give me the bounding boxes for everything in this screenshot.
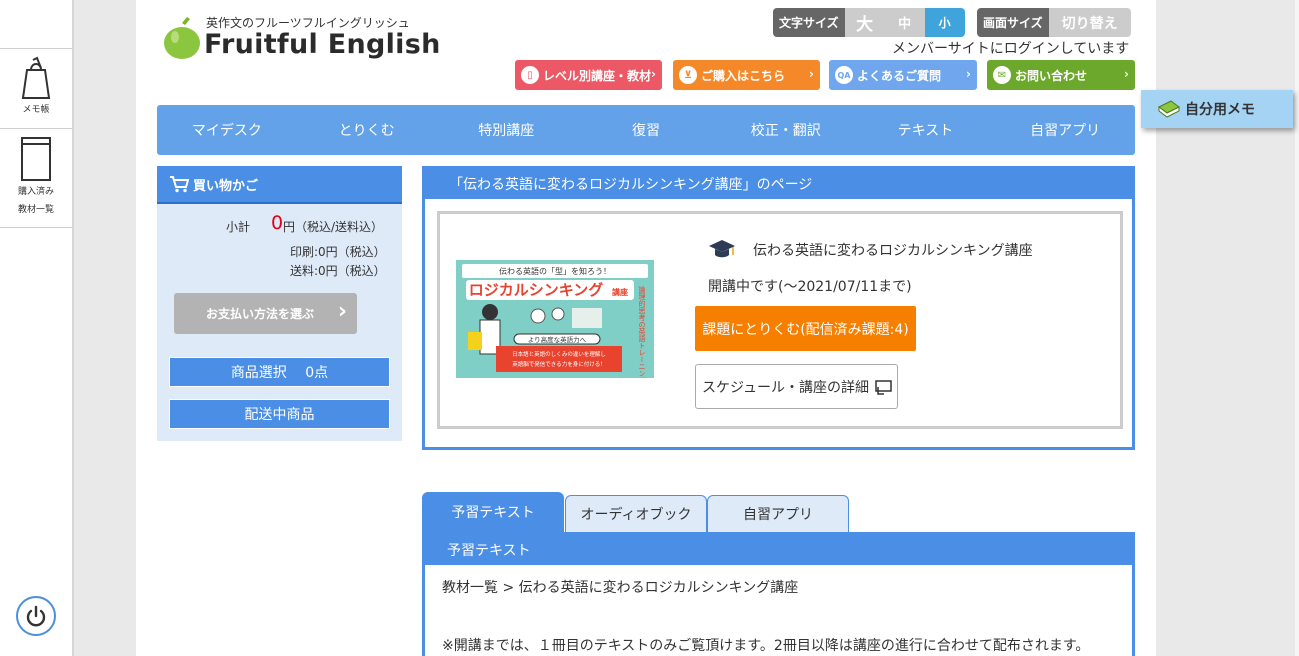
mail-icon: ✉ — [993, 66, 1011, 84]
cart-header: 買い物かご — [157, 166, 402, 204]
font-size-control: 文字サイズ 大 中 小 — [773, 8, 965, 37]
select-items-button[interactable]: 商品選択 0点 — [169, 357, 390, 387]
screen-size-label: 画面サイズ — [977, 8, 1049, 37]
screen-size-toggle-button[interactable]: 切り替え — [1048, 8, 1131, 37]
power-icon — [26, 605, 46, 627]
sidebar-divider — [0, 128, 72, 129]
sidebar-item-label: 購入済み — [17, 187, 54, 197]
apple-logo-icon — [164, 17, 200, 59]
course-panel: 「伝わる英語に変わるロジカルシンキング講座」のページ 伝わる英語の「型」を知ろう… — [422, 166, 1135, 450]
course-period: 開講中です(～2021/07/11まで) — [708, 279, 912, 295]
chevron-right-icon: › — [966, 67, 971, 81]
banner-main-suffix: 講座 — [612, 287, 628, 297]
button-label: ご購入はこちら — [701, 68, 786, 83]
sidebar-item-purchased[interactable]: 購入済み 教材一覧 — [0, 136, 72, 215]
book-icon — [21, 137, 51, 181]
chevron-right-icon: › — [337, 299, 347, 324]
button-label: レベル別講座・教材 — [543, 68, 652, 83]
personal-memo-tab[interactable]: 自分用メモ — [1141, 90, 1293, 128]
main-nav: マイデスク とりくむ 特別講座 復習 校正・翻訳 テキスト 自習アプリ — [157, 105, 1135, 155]
login-status: メンバーサイトにログインしています — [892, 41, 1130, 57]
button-label: スケジュール・講座の詳細 — [702, 379, 870, 396]
sidebar-item-label: メモ帳 — [22, 105, 50, 115]
logo-title[interactable]: Fruitful English — [204, 29, 441, 60]
preview-text-title: 予習テキスト — [425, 535, 1132, 565]
start-assignment-button[interactable]: 課題にとりくむ(配信済み課題:4) — [695, 306, 916, 351]
button-label: お支払い方法を選ぶ — [206, 307, 315, 321]
memo-bag-icon — [21, 56, 51, 99]
qa-icon: QA — [835, 66, 853, 84]
sidebar-divider — [0, 48, 72, 49]
purchase-button[interactable]: ⊻ ご購入はこちら › — [673, 60, 820, 90]
tab-self-study-app[interactable]: 自習アプリ — [707, 495, 849, 532]
popup-window-icon — [875, 379, 892, 395]
font-size-small-button[interactable]: 小 — [924, 8, 965, 37]
chevron-right-icon: › — [651, 67, 656, 81]
contact-button[interactable]: ✉ お問い合わせ › — [987, 60, 1135, 90]
nav-item-review[interactable]: 復習 — [576, 105, 716, 155]
subtotal-value: 0 — [271, 212, 284, 234]
nav-item-mydesk[interactable]: マイデスク — [157, 105, 297, 155]
print-cost: 印刷:0円（税込） — [290, 245, 386, 259]
cart-icon — [170, 176, 189, 193]
preview-text-panel: 予習テキスト 教材一覧 > 伝わる英語に変わるロジカルシンキング講座 ※開講まで… — [422, 532, 1135, 656]
banner-main-text: ロジカルシンキング — [469, 281, 604, 299]
screen-size-control: 画面サイズ 切り替え — [977, 8, 1131, 37]
nav-item-text[interactable]: テキスト — [856, 105, 996, 155]
course-page-title: 「伝わる英語に変わるロジカルシンキング講座」のページ — [425, 169, 1132, 199]
sidebar-item-label: 教材一覧 — [17, 205, 54, 215]
cart-icon: ⊻ — [679, 66, 697, 84]
tab-audiobook[interactable]: オーディオブック — [565, 495, 707, 532]
button-label: よくあるご質問 — [857, 68, 942, 83]
faq-button[interactable]: QA よくあるご質問 › — [829, 60, 977, 90]
subtotal-unit: 円（税込/送料込） — [283, 220, 384, 234]
banner-bottom-line-1: 日本語と英語のしくみの違いを理解し — [512, 350, 606, 358]
power-button[interactable] — [16, 596, 56, 636]
button-label: お問い合わせ — [1015, 68, 1088, 83]
choose-payment-button[interactable]: お支払い方法を選ぶ › — [174, 293, 357, 334]
graduation-cap-icon — [709, 240, 735, 258]
document-icon: ▯ — [521, 66, 539, 84]
nav-item-self-study-app[interactable]: 自習アプリ — [995, 105, 1135, 155]
sidebar-divider — [0, 227, 72, 228]
font-size-medium-button[interactable]: 中 — [884, 8, 925, 37]
schedule-details-button[interactable]: スケジュール・講座の詳細 — [695, 364, 898, 409]
banner-top-text: 伝わる英語の「型」を知ろう！ — [499, 266, 611, 276]
nav-item-special-course[interactable]: 特別講座 — [436, 105, 576, 155]
course-title: 伝わる英語に変わるロジカルシンキング講座 — [753, 243, 1033, 259]
banner-pill-text: より高度な英語力へ — [528, 335, 587, 344]
left-sidebar: メモ帳 購入済み 教材一覧 — [0, 0, 74, 656]
banner-side-text: 論理的思考の英語トレーニング — [638, 285, 646, 378]
cart-title: 買い物かご — [193, 178, 259, 194]
distribution-notice: ※開講までは、１冊目のテキストのみご覧頂けます。2冊目以降は講座の進行に合わせて… — [442, 638, 1090, 654]
sidebar-item-memo[interactable]: メモ帳 — [0, 56, 72, 115]
subtotal-label: 小計 — [226, 220, 251, 234]
shopping-cart: 買い物かご 小計 0 円（税込/送料込） 印刷:0円（税込） 送料:0円（税込）… — [157, 166, 402, 441]
shipping-cost: 送料:0円（税込） — [290, 264, 386, 278]
nav-item-torikumu[interactable]: とりくむ — [297, 105, 437, 155]
banner-bottom-line-2: 英語脳で発信できる力を身に付ける！ — [512, 360, 605, 368]
font-size-label: 文字サイズ — [773, 8, 845, 37]
font-size-large-button[interactable]: 大 — [844, 8, 885, 37]
course-card: 伝わる英語の「型」を知ろう！ ロジカルシンキング 講座 論理的思考の英語トレーニ… — [437, 211, 1123, 429]
chevron-right-icon: › — [1124, 67, 1129, 81]
tab-preview-text[interactable]: 予習テキスト — [422, 492, 564, 532]
level-courses-button[interactable]: ▯ レベル別講座・教材 › — [515, 60, 662, 90]
nav-item-proofreading[interactable]: 校正・翻訳 — [716, 105, 856, 155]
course-banner-image[interactable]: 伝わる英語の「型」を知ろう！ ロジカルシンキング 講座 論理的思考の英語トレーニ… — [456, 260, 654, 378]
scrollbar-track[interactable] — [1295, 0, 1299, 656]
breadcrumb[interactable]: 教材一覧 > 伝わる英語に変わるロジカルシンキング講座 — [442, 577, 798, 597]
notebook-icon — [1158, 100, 1180, 118]
chevron-right-icon: › — [809, 67, 814, 81]
memo-tab-label: 自分用メモ — [1185, 102, 1255, 118]
shipping-items-button[interactable]: 配送中商品 — [169, 399, 390, 429]
